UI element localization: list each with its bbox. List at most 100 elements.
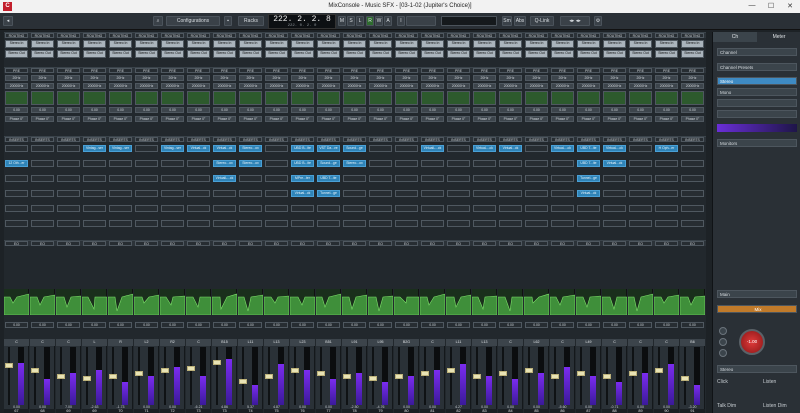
gain-knob[interactable]	[265, 91, 288, 105]
insert-slot[interactable]	[525, 220, 548, 227]
gain-knob[interactable]	[187, 91, 210, 105]
insert-slot[interactable]: Virtual...ck	[187, 145, 210, 152]
gain-value[interactable]: 0.00	[161, 107, 184, 113]
insert-slot[interactable]	[83, 190, 106, 197]
input-routing[interactable]: Stereo In	[603, 40, 626, 48]
eq-value[interactable]: 0.00	[551, 322, 574, 328]
gain-value[interactable]: 0.00	[5, 107, 28, 113]
insert-slot[interactable]	[31, 205, 54, 212]
phase-button[interactable]: Phase 0°	[187, 116, 210, 122]
gain-knob[interactable]	[395, 91, 418, 105]
eq-value[interactable]: 0.00	[291, 322, 314, 328]
output-routing[interactable]: Stereo Out	[447, 50, 470, 58]
input-routing[interactable]: Stereo In	[681, 40, 704, 48]
gain-value[interactable]: 0.00	[57, 107, 80, 113]
phase-button[interactable]: Phase 0°	[317, 116, 340, 122]
insert-slot[interactable]: VirtuaL...ck	[551, 145, 574, 152]
phase-button[interactable]: Phase 0°	[655, 116, 678, 122]
low-cut[interactable]: 20Hz	[213, 75, 236, 81]
low-cut[interactable]: 20Hz	[629, 75, 652, 81]
phase-button[interactable]: Phase 0°	[551, 116, 574, 122]
gain-value[interactable]: 0.00	[135, 107, 158, 113]
volume-fader[interactable]	[629, 370, 637, 376]
gain-knob[interactable]	[31, 91, 54, 105]
phase-button[interactable]: Phase 0°	[499, 116, 522, 122]
input-routing[interactable]: Stereo In	[291, 40, 314, 48]
gain-value[interactable]: 0.00	[629, 107, 652, 113]
insert-slot[interactable]	[109, 175, 132, 182]
phase-button[interactable]: Phase 0°	[161, 116, 184, 122]
eq-curve-display[interactable]	[4, 289, 29, 315]
tab-channel[interactable]: Ch	[713, 32, 757, 42]
eq-value[interactable]: 0.00	[343, 322, 366, 328]
mix-button[interactable]: Mix	[717, 305, 797, 313]
input-routing[interactable]: Stereo In	[447, 40, 470, 48]
phase-button[interactable]: Phase 0°	[369, 116, 392, 122]
high-cut[interactable]: 20000Hz	[265, 83, 288, 89]
eq-value[interactable]: 0.00	[317, 322, 340, 328]
low-cut[interactable]: 20Hz	[161, 75, 184, 81]
high-cut[interactable]: 20000Hz	[447, 83, 470, 89]
insert-slot[interactable]	[681, 190, 704, 197]
insert-slot[interactable]	[83, 175, 106, 182]
gain-knob[interactable]	[135, 91, 158, 105]
insert-slot[interactable]: Tunnel...ge	[577, 175, 600, 182]
phase-button[interactable]: Phase 0°	[83, 116, 106, 122]
gain-knob[interactable]	[577, 91, 600, 105]
eq-value[interactable]: 0.00	[655, 322, 678, 328]
eq-curve-display[interactable]	[420, 289, 445, 315]
gain-knob[interactable]	[681, 91, 704, 105]
high-cut[interactable]: 20000Hz	[421, 83, 444, 89]
high-cut[interactable]: 20000Hz	[603, 83, 626, 89]
high-cut[interactable]: 20000Hz	[291, 83, 314, 89]
volume-fader[interactable]	[135, 370, 143, 376]
insert-slot[interactable]	[655, 160, 678, 167]
input-routing[interactable]: Stereo In	[317, 40, 340, 48]
volume-fader[interactable]	[499, 370, 507, 376]
insert-slot[interactable]	[629, 220, 652, 227]
phase-button[interactable]: Phase 0°	[135, 116, 158, 122]
insert-slot[interactable]	[525, 145, 548, 152]
tool-icon[interactable]: ◂	[3, 16, 13, 26]
eq-curve-display[interactable]	[524, 289, 549, 315]
insert-slot[interactable]	[265, 145, 288, 152]
gain-value[interactable]: 0.00	[447, 107, 470, 113]
gain-value[interactable]: 0.00	[369, 107, 392, 113]
gain-value[interactable]: 0.00	[395, 107, 418, 113]
output-routing[interactable]: Stereo Out	[655, 50, 678, 58]
insert-slot[interactable]: Virtual...ck	[603, 160, 626, 167]
insert-slot[interactable]	[5, 175, 28, 182]
eq-value[interactable]: 0.00	[5, 322, 28, 328]
insert-slot[interactable]	[395, 175, 418, 182]
high-cut[interactable]: 20000Hz	[239, 83, 262, 89]
insert-slot[interactable]	[109, 220, 132, 227]
insert-slot[interactable]	[109, 205, 132, 212]
input-routing[interactable]: Stereo In	[525, 40, 548, 48]
eq-value[interactable]: 0.00	[135, 322, 158, 328]
input-routing[interactable]: Stereo In	[629, 40, 652, 48]
phase-button[interactable]: Phase 0°	[577, 116, 600, 122]
output-routing[interactable]: Stereo Out	[629, 50, 652, 58]
insert-slot[interactable]	[447, 220, 470, 227]
ref-button[interactable]	[719, 338, 727, 346]
insert-slot[interactable]	[57, 190, 80, 197]
gain-knob[interactable]	[473, 91, 496, 105]
output-stereo[interactable]: Stereo	[717, 365, 797, 373]
insert-slot[interactable]	[551, 160, 574, 167]
insert-slot[interactable]	[239, 220, 262, 227]
insert-slot[interactable]	[499, 160, 522, 167]
high-cut[interactable]: 20000Hz	[551, 83, 574, 89]
insert-slot[interactable]: Vintag...ser	[83, 145, 106, 152]
insert-slot[interactable]	[369, 190, 392, 197]
gain-knob[interactable]	[213, 91, 236, 105]
phase-button[interactable]: Phase 0°	[31, 116, 54, 122]
eq-curve-display[interactable]	[316, 289, 341, 315]
high-cut[interactable]: 20000Hz	[499, 83, 522, 89]
eq-value[interactable]: 0.00	[369, 322, 392, 328]
insert-slot[interactable]	[343, 175, 366, 182]
gain-knob[interactable]	[369, 91, 392, 105]
insert-slot[interactable]	[681, 160, 704, 167]
high-cut[interactable]: 20000Hz	[161, 83, 184, 89]
gain-knob[interactable]	[655, 91, 678, 105]
eq-curve-display[interactable]	[212, 289, 237, 315]
